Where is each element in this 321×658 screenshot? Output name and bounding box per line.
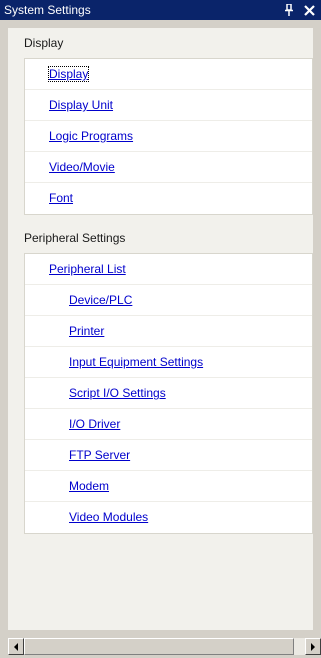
arrow-right-icon[interactable] — [305, 638, 321, 655]
link-label[interactable]: Device/PLC — [69, 293, 132, 307]
section-header-peripheral: Peripheral Settings — [24, 231, 126, 245]
settings-link-printer[interactable]: Printer — [25, 316, 312, 347]
link-label[interactable]: I/O Driver — [69, 417, 120, 431]
close-icon[interactable] — [301, 2, 317, 18]
link-label[interactable]: Video Modules — [69, 510, 148, 524]
settings-link-display[interactable]: Display — [25, 59, 312, 90]
settings-link-ftp-server[interactable]: FTP Server — [25, 440, 312, 471]
settings-link-io-driver[interactable]: I/O Driver — [25, 409, 312, 440]
window-title: System Settings — [4, 3, 91, 17]
link-label[interactable]: Video/Movie — [49, 160, 115, 174]
horizontal-scrollbar[interactable] — [8, 638, 321, 655]
settings-panel: Display Display Display Unit Logic Progr… — [8, 28, 313, 630]
scroll-track[interactable] — [24, 638, 305, 655]
link-label[interactable]: Input Equipment Settings — [69, 355, 203, 369]
settings-link-device-plc[interactable]: Device/PLC — [25, 285, 312, 316]
settings-link-modem[interactable]: Modem — [25, 471, 312, 502]
settings-link-peripheral-list[interactable]: Peripheral List — [25, 254, 312, 285]
settings-link-logic-programs[interactable]: Logic Programs — [25, 121, 312, 152]
settings-link-video-movie[interactable]: Video/Movie — [25, 152, 312, 183]
display-group: Display Display Unit Logic Programs Vide… — [24, 58, 313, 215]
link-label[interactable]: Peripheral List — [49, 262, 126, 276]
link-label[interactable]: Script I/O Settings — [69, 386, 166, 400]
link-label[interactable]: Modem — [69, 479, 109, 493]
arrow-left-icon[interactable] — [8, 638, 24, 655]
settings-link-input-equipment[interactable]: Input Equipment Settings — [25, 347, 312, 378]
link-label[interactable]: FTP Server — [69, 448, 130, 462]
settings-link-display-unit[interactable]: Display Unit — [25, 90, 312, 121]
section-header-display: Display — [24, 36, 64, 50]
settings-link-font[interactable]: Font — [25, 183, 312, 214]
link-label[interactable]: Logic Programs — [49, 129, 133, 143]
link-label[interactable]: Display — [47, 66, 90, 82]
settings-link-script-io[interactable]: Script I/O Settings — [25, 378, 312, 409]
link-label[interactable]: Display Unit — [49, 98, 113, 112]
settings-link-video-modules[interactable]: Video Modules — [25, 502, 312, 533]
pin-icon[interactable] — [281, 2, 297, 18]
system-settings-window: System Settings Display Display Display … — [0, 0, 321, 658]
link-label[interactable]: Font — [49, 191, 73, 205]
title-bar[interactable]: System Settings — [0, 0, 321, 20]
peripheral-group: Peripheral List Device/PLC Printer Input… — [24, 253, 313, 534]
scroll-thumb[interactable] — [24, 638, 294, 655]
link-label[interactable]: Printer — [69, 324, 104, 338]
